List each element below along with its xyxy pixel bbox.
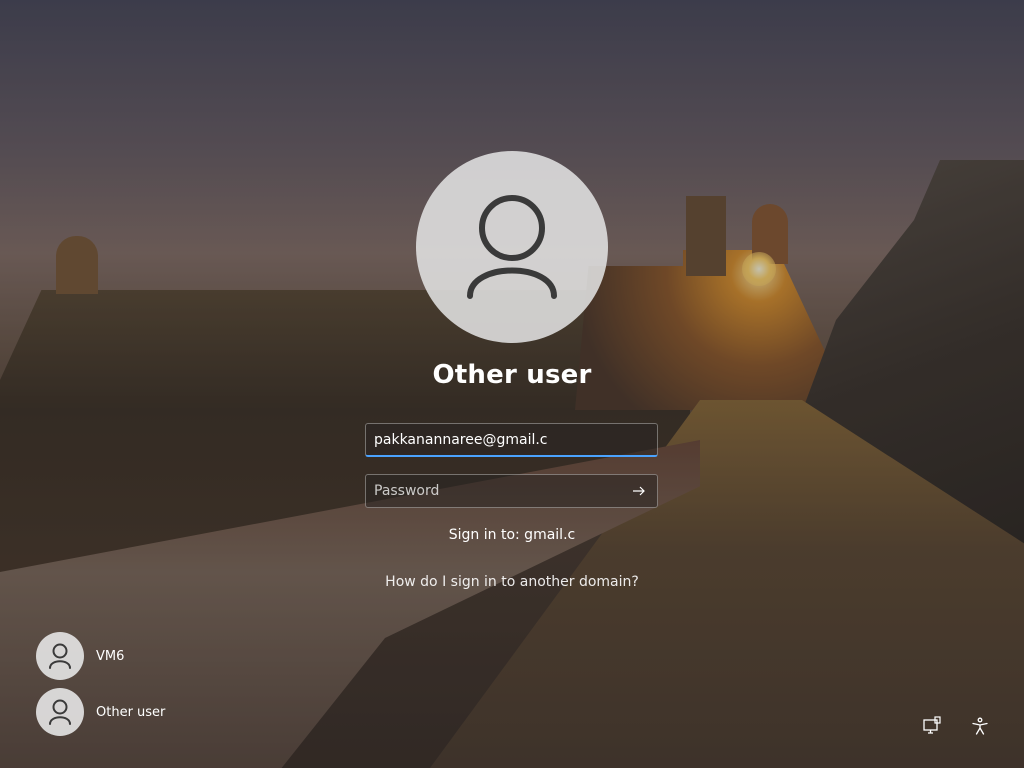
selected-user-name: Other user bbox=[432, 360, 592, 390]
avatar bbox=[36, 688, 84, 736]
avatar bbox=[36, 632, 84, 680]
user-tile-label: VM6 bbox=[96, 648, 125, 664]
sign-in-domain-text: Sign in to: gmail.c bbox=[448, 527, 576, 543]
user-tile-vm6[interactable]: VM6 bbox=[36, 632, 165, 680]
user-avatar-large bbox=[416, 151, 608, 343]
sign-in-submit-button[interactable] bbox=[627, 479, 651, 503]
person-icon bbox=[467, 195, 557, 299]
arrow-right-icon bbox=[633, 486, 645, 496]
person-icon bbox=[49, 699, 71, 725]
person-icon bbox=[49, 643, 71, 669]
accessibility-button[interactable] bbox=[968, 714, 992, 738]
password-input[interactable] bbox=[365, 474, 658, 508]
user-switcher-list: VM6 Other user bbox=[36, 632, 165, 744]
other-domain-help-link[interactable]: How do I sign in to another domain? bbox=[0, 574, 1024, 590]
accessibility-icon bbox=[972, 717, 988, 735]
network-icon bbox=[923, 716, 941, 734]
user-tile-other-user[interactable]: Other user bbox=[36, 688, 165, 736]
username-input[interactable] bbox=[365, 423, 658, 457]
network-button[interactable] bbox=[920, 714, 944, 738]
user-tile-label: Other user bbox=[96, 704, 166, 720]
